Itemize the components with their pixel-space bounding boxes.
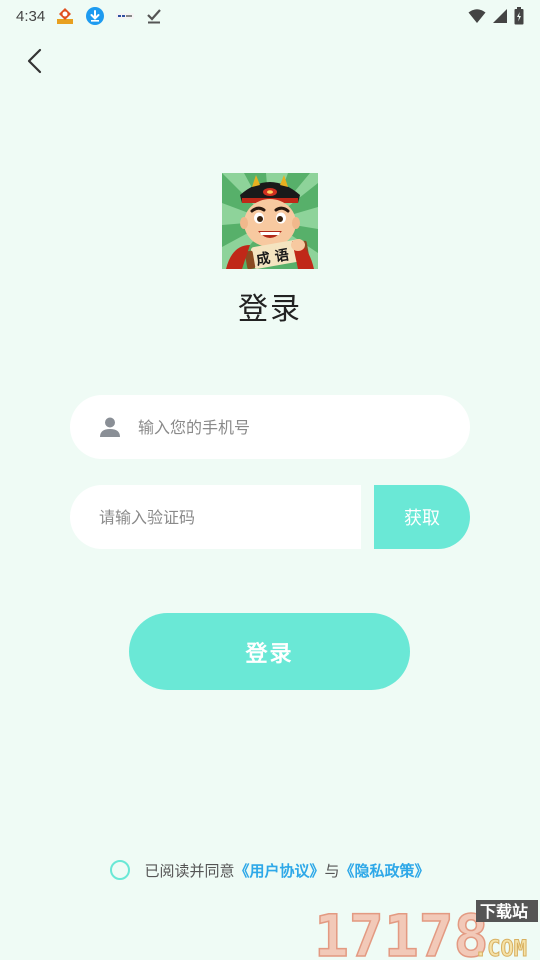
check-icon xyxy=(145,7,163,25)
download-icon xyxy=(85,6,105,26)
status-bar: 4:34 xyxy=(0,0,540,32)
get-code-button[interactable]: 获取 xyxy=(374,485,470,549)
verification-code-input[interactable] xyxy=(97,506,361,528)
news-icon xyxy=(115,6,135,26)
login-screen: 4:34 成 语 登录 输入您的手机号 请输入验证码 获取 登录 已阅读并同意 … xyxy=(0,0,540,960)
login-button[interactable]: 登录 xyxy=(129,613,410,690)
agreement-prefix: 已阅读并同意 xyxy=(144,861,235,880)
battery-icon xyxy=(514,7,524,25)
status-left: 4:34 xyxy=(16,6,163,26)
user-agreement-link[interactable]: 《用户协议》 xyxy=(234,860,324,881)
status-right xyxy=(468,7,524,25)
watermark-number: 17178 xyxy=(314,902,489,960)
verification-code-field[interactable] xyxy=(70,485,361,549)
back-button[interactable] xyxy=(18,44,52,78)
privacy-policy-link[interactable]: 《隐私政策》 xyxy=(340,860,430,881)
user-icon xyxy=(98,415,122,439)
watermark-suffix: .COM xyxy=(474,937,527,960)
site-watermark: 17178 .COM 下载站 xyxy=(313,894,540,960)
app-logo: 成 语 xyxy=(222,173,318,269)
phone-input[interactable] xyxy=(136,416,400,438)
signal-icon xyxy=(492,8,508,24)
agreement-conjunction: 与 xyxy=(324,861,340,880)
phone-field[interactable] xyxy=(70,395,470,459)
page-title: 登录 xyxy=(238,292,302,327)
agreement-row: 已阅读并同意 《用户协议》 与 《隐私政策》 xyxy=(0,858,540,882)
watermark-tag: 下载站 xyxy=(480,902,528,921)
app-notification-icon xyxy=(55,6,75,26)
wifi-icon xyxy=(468,8,486,24)
status-time: 4:34 xyxy=(16,7,46,25)
agreement-checkbox[interactable] xyxy=(110,860,131,880)
chevron-left-icon xyxy=(27,48,42,74)
